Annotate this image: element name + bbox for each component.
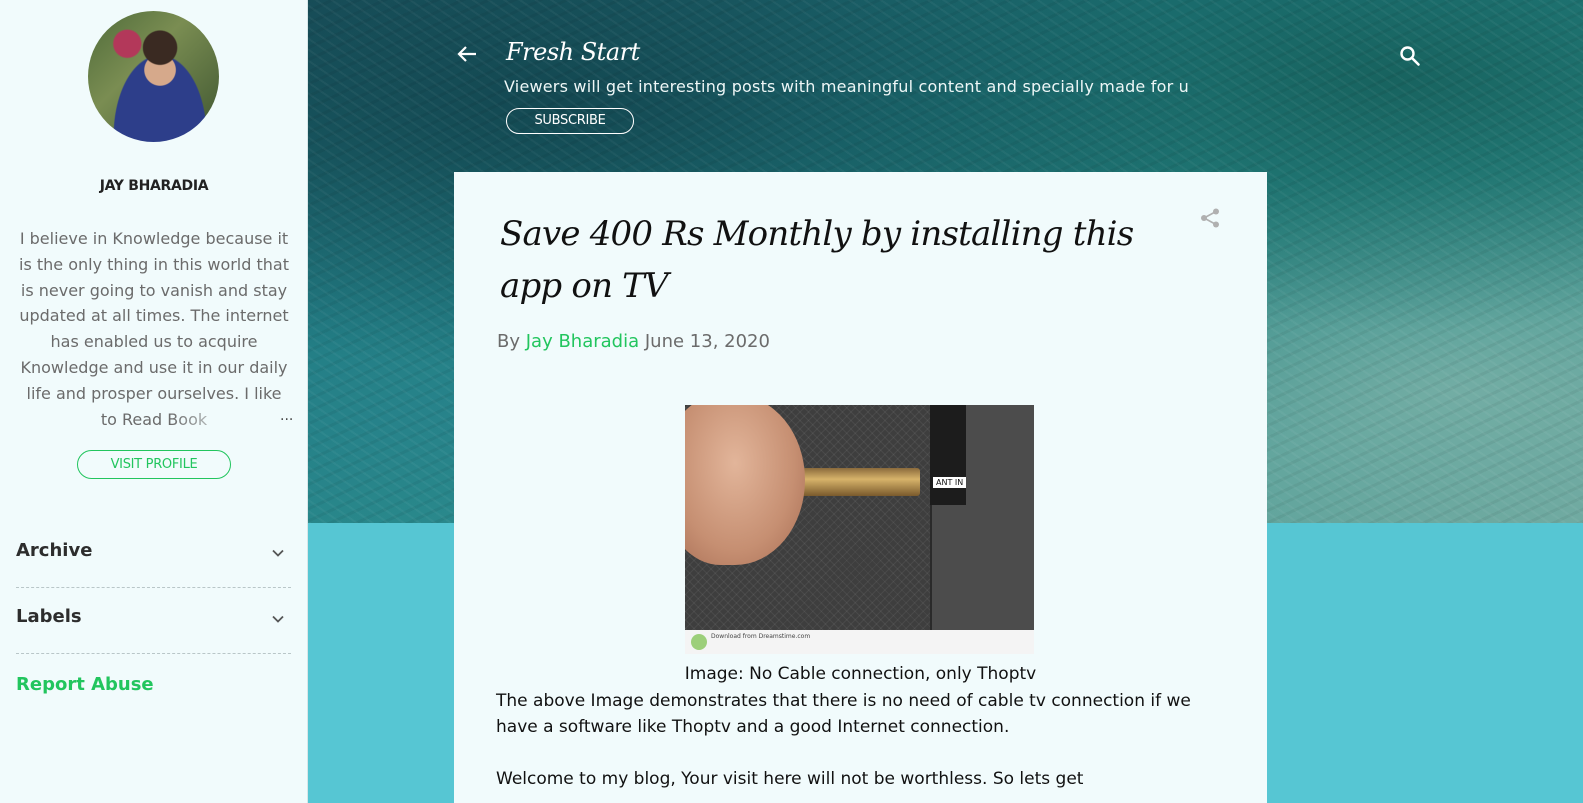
back-arrow-icon[interactable] [456, 43, 478, 65]
archive-title[interactable]: Archive [16, 540, 92, 561]
share-icon[interactable] [1199, 207, 1221, 229]
tv-port-area [930, 405, 966, 505]
ant-in-label: ANT IN [933, 477, 967, 488]
post-date[interactable]: June 13, 2020 [645, 331, 770, 352]
chevron-down-icon[interactable] [271, 546, 285, 560]
labels-title[interactable]: Labels [16, 606, 82, 627]
post-body: The above Image demonstrates that there … [496, 688, 1236, 803]
profile-author-name[interactable]: JAY BHARADIA [0, 178, 308, 194]
cable-connector [790, 468, 920, 496]
search-icon[interactable] [1398, 44, 1422, 68]
blog-description: Viewers will get interesting posts with … [504, 77, 1189, 96]
hand [685, 405, 805, 565]
image-watermark-footer: Download from Dreamstime.com [685, 630, 1034, 654]
report-abuse-link[interactable]: Report Abuse [16, 674, 154, 695]
subscribe-button[interactable]: SUBSCRIBE [506, 108, 634, 134]
post-paragraph: Welcome to my blog, Your visit here will… [496, 769, 1084, 789]
post-image[interactable]: ANT IN Download from Dreamstime.com [685, 405, 1034, 654]
blog-title[interactable]: Fresh Start [506, 38, 640, 66]
post-title[interactable]: Save 400 Rs Monthly by installing this a… [500, 208, 1180, 312]
post-byline: By Jay Bharadia June 13, 2020 [497, 331, 770, 352]
archive-widget[interactable]: Archive [16, 526, 291, 588]
image-caption: Image: No Cable connection, only Thoptv [684, 664, 1037, 684]
post-card: Save 400 Rs Monthly by installing this a… [454, 172, 1267, 803]
profile-sidebar: JAY BHARADIA I believe in Knowledge beca… [0, 0, 308, 803]
avatar[interactable] [88, 11, 219, 142]
dreamstime-logo-icon [691, 634, 707, 650]
labels-widget[interactable]: Labels [16, 592, 291, 654]
bio-fade [170, 404, 278, 430]
bio-ellipsis: ... [280, 408, 294, 424]
byline-by-label: By [497, 331, 521, 352]
visit-profile-button[interactable]: VISIT PROFILE [77, 450, 231, 479]
chevron-down-icon[interactable] [271, 612, 285, 626]
post-author-link[interactable]: Jay Bharadia [526, 331, 639, 352]
profile-bio: I believe in Knowledge because it is the… [19, 229, 289, 429]
image-footer-text: Download from Dreamstime.com [711, 633, 811, 640]
post-paragraph: The above Image demonstrates that there … [496, 691, 1191, 737]
